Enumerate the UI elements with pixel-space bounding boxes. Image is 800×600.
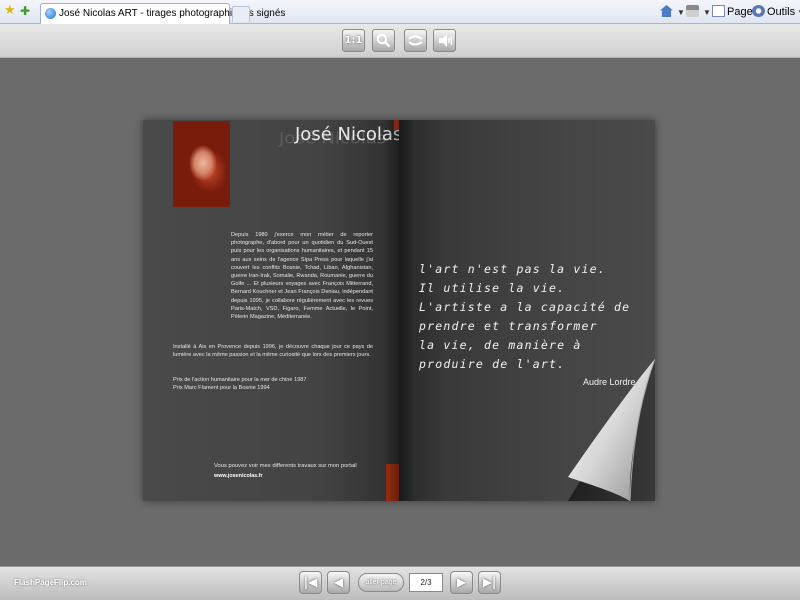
- last-page-button[interactable]: ▶|: [478, 571, 501, 594]
- goto-page-button[interactable]: aller page: [358, 573, 404, 592]
- previous-page-button[interactable]: ◀: [327, 571, 350, 594]
- arrow-left-icon: ◀: [333, 575, 344, 589]
- brand-logo[interactable]: FlashPageFlip.com: [14, 578, 87, 587]
- next-page-button[interactable]: ▶: [450, 571, 473, 594]
- ie-page-icon: [45, 8, 56, 19]
- quote-line: prendre et transformer: [419, 319, 598, 333]
- tools-menu-label: Outils: [767, 6, 796, 18]
- page-menu-label: Page: [727, 6, 753, 18]
- quote-line: L'artiste a la capacité de: [419, 300, 631, 314]
- quote-line: l'art n'est pas la vie.: [419, 262, 606, 276]
- magnifier-icon: [376, 33, 391, 48]
- flipbook-toolbar: 1:1: [0, 24, 800, 58]
- quote-line: la vie, de manière à: [419, 338, 582, 352]
- chevron-down-icon: ▼: [677, 8, 685, 17]
- last-page-icon: ▶|: [482, 575, 497, 589]
- first-page-icon: |◀: [303, 575, 318, 589]
- first-page-button[interactable]: |◀: [299, 571, 322, 594]
- page-number-input[interactable]: 2/3: [409, 573, 443, 592]
- arrow-right-icon: ▶: [456, 575, 467, 589]
- add-favorite-icon[interactable]: ✚: [20, 4, 30, 18]
- website-link[interactable]: www.josenicolas.fr: [214, 473, 263, 479]
- bio-paragraph: Depuis 1980 j'exerce mon métier de repor…: [231, 232, 373, 321]
- prize-item: Prix de l'action humanitaire pour la mer…: [173, 377, 307, 383]
- navigation-bar: FlashPageFlip.com |◀ ◀ aller page 2/3 ▶ …: [0, 566, 800, 600]
- new-tab-button[interactable]: [232, 6, 250, 22]
- left-page[interactable]: José Nicolas José Nicolas Depuis 1980 j'…: [143, 120, 402, 501]
- flip-icon: [408, 35, 423, 46]
- actual-size-button[interactable]: 1:1: [342, 29, 365, 52]
- chevron-down-icon: ▼: [703, 8, 711, 17]
- home-icon: [660, 5, 673, 17]
- sound-button[interactable]: [433, 29, 456, 52]
- portrait-photo: [173, 121, 230, 207]
- printer-icon: [686, 5, 699, 17]
- print-button[interactable]: ▼: [686, 4, 711, 20]
- tools-menu[interactable]: Outils▼: [752, 4, 800, 20]
- favorites-star-icon[interactable]: ★: [4, 4, 16, 18]
- provence-paragraph: Installé à Aix en Provence depuis 1996, …: [173, 344, 373, 359]
- quote-block: l'art n'est pas la vie. Il utilise la vi…: [419, 260, 649, 374]
- flip-mode-button[interactable]: [404, 29, 427, 52]
- tab-title: José Nicolas ART - tirages photographiqu…: [59, 8, 286, 19]
- speaker-icon: [438, 34, 452, 47]
- page-curl[interactable]: [568, 359, 655, 501]
- portfolio-text: Vous pouvez voir mes differents travaux …: [214, 463, 357, 469]
- browser-tab[interactable]: José Nicolas ART - tirages photographiqu…: [40, 3, 285, 24]
- browser-chrome: ★ ✚ José Nicolas ART - tirages photograp…: [0, 0, 800, 24]
- home-button[interactable]: ▼: [660, 4, 685, 20]
- flipbook[interactable]: José Nicolas José Nicolas Depuis 1980 j'…: [143, 120, 655, 501]
- gear-icon: [752, 5, 765, 17]
- quote-line: Il utilise la vie.: [419, 281, 566, 295]
- page-icon: [712, 5, 725, 17]
- book-spine: [383, 120, 415, 501]
- prize-item: Prix Marc Flament pour la Bosnie 1994: [173, 385, 270, 391]
- zoom-button[interactable]: [372, 29, 395, 52]
